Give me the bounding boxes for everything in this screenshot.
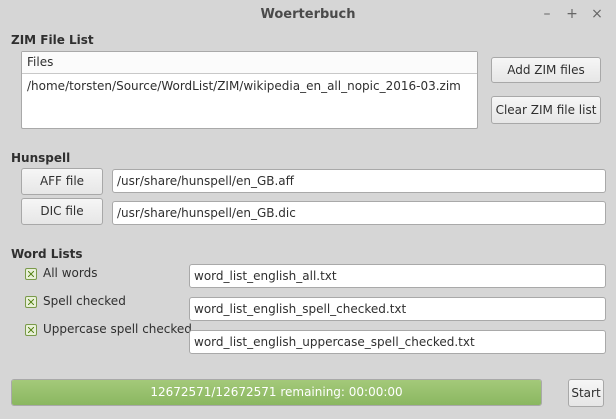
maximize-icon[interactable]: + [563,5,581,23]
app-window: Woerterbuch – + × ZIM File List Files /h… [0,0,616,419]
dic-file-button[interactable]: DIC file [21,198,103,225]
aff-path-field[interactable]: /usr/share/hunspell/en_GB.aff [112,169,606,193]
spell-checked-label[interactable]: Spell checked [43,294,126,308]
zim-section-title: ZIM File List [11,33,94,47]
window-title: Woerterbuch [260,7,356,22]
uppercase-spell-checked-checkbox[interactable] [25,324,37,336]
uppercase-spell-checked-file-field[interactable]: word_list_english_uppercase_spell_checke… [189,330,606,354]
clear-zim-file-list-button[interactable]: Clear ZIM file list [491,96,601,124]
dic-path-field[interactable]: /usr/share/hunspell/en_GB.dic [112,201,606,225]
close-icon[interactable]: × [588,5,606,23]
aff-file-button[interactable]: AFF file [21,168,103,195]
spell-checked-checkbox[interactable] [25,296,37,308]
all-words-file-field[interactable]: word_list_english_all.txt [189,264,606,288]
zim-file-list[interactable]: Files /home/torsten/Source/WordList/ZIM/… [21,51,478,129]
start-button[interactable]: Start [568,379,604,407]
wordlists-section-title: Word Lists [11,247,83,261]
all-words-label[interactable]: All words [43,266,97,280]
uppercase-spell-checked-label[interactable]: Uppercase spell checked [43,322,192,336]
hunspell-section-title: Hunspell [11,151,71,165]
spell-checked-file-field[interactable]: word_list_english_spell_checked.txt [189,297,606,321]
list-item[interactable]: /home/torsten/Source/WordList/ZIM/wikipe… [22,74,477,98]
add-zim-files-button[interactable]: Add ZIM files [491,57,601,83]
progress-bar: 12672571/12672571 remaining: 00:00:00 [11,379,542,406]
files-column-header[interactable]: Files [22,52,477,74]
all-words-checkbox[interactable] [25,268,37,280]
title-bar[interactable]: Woerterbuch – + × [0,0,616,29]
progress-text: 12672571/12672571 remaining: 00:00:00 [150,385,403,399]
minimize-icon[interactable]: – [538,5,556,23]
